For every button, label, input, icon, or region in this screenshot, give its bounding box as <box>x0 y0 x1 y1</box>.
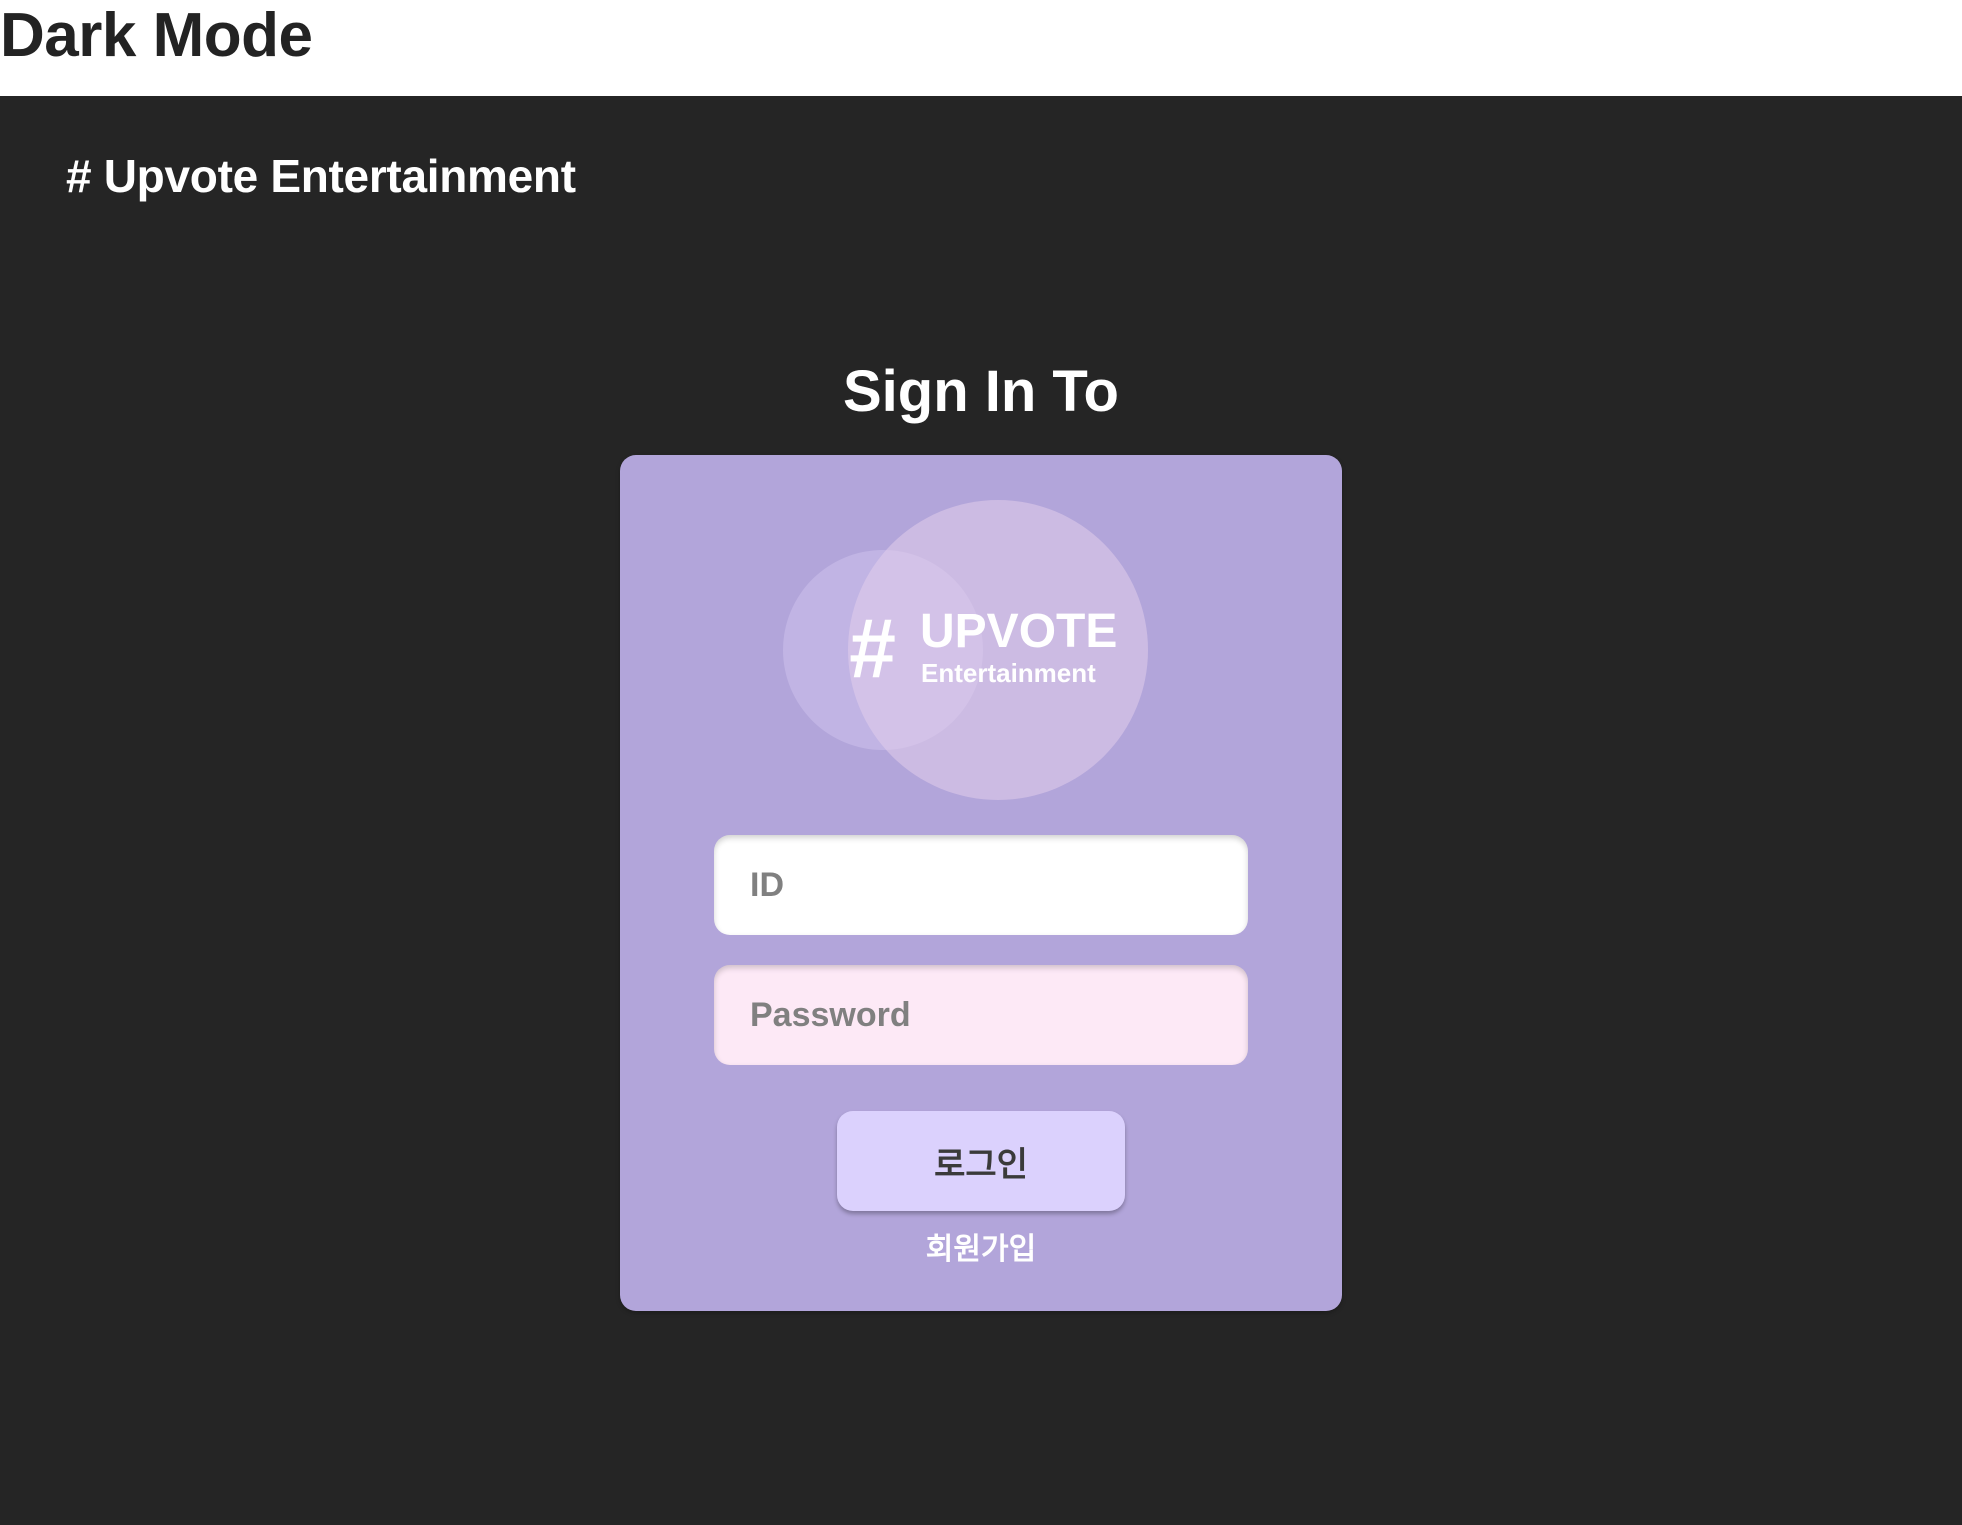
password-input[interactable] <box>714 965 1248 1065</box>
login-button[interactable]: 로그인 <box>837 1111 1125 1211</box>
signup-link[interactable]: 회원가입 <box>620 1232 1342 1268</box>
logo-wordmark: UPVOTE <box>920 605 1118 658</box>
brand-title: # Upvote Entertainment <box>66 150 576 202</box>
login-card: # UPVOTE Entertainment 로그인 회원가입 <box>620 455 1342 1311</box>
page-title: Dark Mode <box>0 1 313 70</box>
logo-hash-icon: # <box>848 601 895 695</box>
id-input[interactable] <box>714 835 1248 935</box>
page-header: Dark Mode <box>0 0 1962 96</box>
signin-heading: Sign In To <box>843 359 1119 424</box>
logo-subtitle: Entertainment <box>921 658 1096 688</box>
